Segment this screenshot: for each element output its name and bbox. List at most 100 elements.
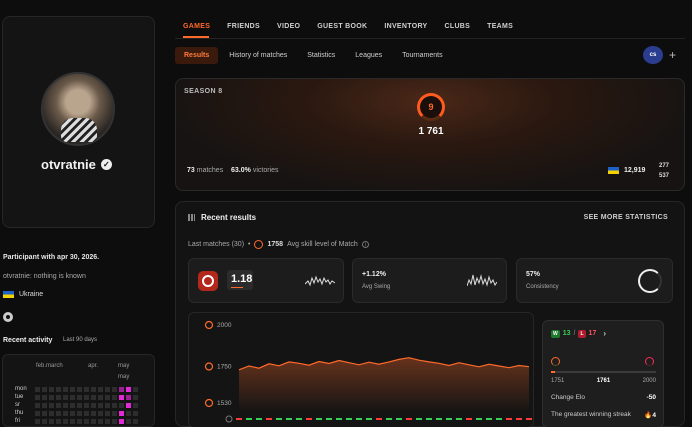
rank-bottom: 537 <box>659 173 670 179</box>
win-badge: W <box>551 329 560 338</box>
losses-count: 17 <box>588 330 597 337</box>
tab-friends[interactable]: FRIENDS <box>227 23 260 30</box>
avatar[interactable] <box>41 72 115 146</box>
tab-teams[interactable]: TEAMS <box>487 23 513 30</box>
heatmap-cell <box>126 387 131 392</box>
tab-clubs[interactable]: CLUBS <box>445 23 471 30</box>
loss-marker[interactable] <box>236 418 242 420</box>
tab-video[interactable]: VIDEO <box>277 23 300 30</box>
win-marker[interactable] <box>486 418 492 420</box>
heatmap-cell <box>133 419 138 424</box>
y-tick-label: 1530 <box>217 400 232 407</box>
subtab-statistics[interactable]: Statistics <box>298 47 344 64</box>
loss-marker[interactable] <box>506 418 512 420</box>
win-marker[interactable] <box>426 418 432 420</box>
tab-games[interactable]: GAMES <box>183 23 210 30</box>
loss-marker[interactable] <box>526 418 532 420</box>
heatmap-cell <box>56 419 61 424</box>
elo-chart: 2000 1750 1530 <box>188 312 534 427</box>
victories-percent: 63.0% <box>231 167 251 174</box>
loss-marker[interactable] <box>516 418 522 420</box>
consistency-card: 57% Consistency <box>516 258 673 303</box>
info-icon[interactable] <box>225 415 233 423</box>
win-marker[interactable] <box>366 418 372 420</box>
subtab-leagues[interactable]: Leagues <box>346 47 391 64</box>
tab-inventory[interactable]: INVENTORY <box>384 23 427 30</box>
heatmap-cell <box>35 403 40 408</box>
win-marker[interactable] <box>316 418 322 420</box>
win-marker[interactable] <box>256 418 262 420</box>
ukraine-flag-icon <box>3 291 14 298</box>
activity-title: Recent activity <box>3 337 52 344</box>
win-marker[interactable] <box>396 418 402 420</box>
win-loss-row[interactable]: W 13 / L 17 › <box>551 329 606 338</box>
win-marker[interactable] <box>276 418 282 420</box>
win-marker[interactable] <box>386 418 392 420</box>
subtab-results[interactable]: Results <box>175 47 219 64</box>
winning-streak-row: The greatest winning streak 🔥4 <box>551 411 656 419</box>
win-marker[interactable] <box>496 418 502 420</box>
loss-marker[interactable] <box>406 418 412 420</box>
loss-marker[interactable] <box>306 418 312 420</box>
region-rank-value: 12,919 <box>624 167 646 174</box>
cs-game-icon[interactable]: cs <box>643 46 663 64</box>
heatmap-cell <box>63 411 68 416</box>
heatmap-cell <box>84 403 89 408</box>
winning-streak-value: 🔥4 <box>644 411 656 419</box>
win-marker[interactable] <box>436 418 442 420</box>
info-icon[interactable]: i <box>361 241 369 248</box>
heatmap-day: sr <box>15 402 20 408</box>
loss-marker[interactable] <box>466 418 472 420</box>
win-marker[interactable] <box>456 418 462 420</box>
win-marker[interactable] <box>296 418 302 420</box>
streak-number: 4 <box>652 412 656 419</box>
win-marker[interactable] <box>476 418 482 420</box>
heatmap-cell <box>84 387 89 392</box>
heatmap-cell <box>91 419 96 424</box>
tab-guest-book[interactable]: GUEST BOOK <box>317 23 367 30</box>
heatmap-day: thu <box>15 410 24 416</box>
avg-elo-value: 1758 <box>267 241 284 248</box>
elo-area <box>239 357 529 413</box>
separator: • <box>248 241 251 248</box>
heatmap-cell <box>35 387 40 392</box>
rank-numbers: 277 537 <box>659 161 669 181</box>
heatmap-cell <box>105 411 110 416</box>
win-marker[interactable] <box>246 418 252 420</box>
see-more-statistics-link[interactable]: SEE MORE STATISTICS <box>584 214 668 221</box>
win-marker[interactable] <box>416 418 422 420</box>
heatmap-cell <box>119 411 124 416</box>
ukraine-flag-icon <box>608 167 619 174</box>
heatmap-cell <box>126 395 131 400</box>
win-marker[interactable] <box>326 418 332 420</box>
heatmap-cell <box>70 403 75 408</box>
loss-marker[interactable] <box>376 418 382 420</box>
win-marker[interactable] <box>286 418 292 420</box>
heatmap-cell <box>42 403 47 408</box>
steam-icon[interactable] <box>3 312 13 322</box>
consistency-value: 57% <box>526 271 541 278</box>
level-icon <box>254 240 264 249</box>
tabs-divider <box>175 38 685 39</box>
win-marker[interactable] <box>346 418 352 420</box>
loss-marker[interactable] <box>266 418 272 420</box>
crosshair-icon <box>198 271 218 291</box>
heatmap-cell <box>35 419 40 424</box>
heatmap-cell <box>77 395 82 400</box>
wl-separator: / <box>573 330 576 337</box>
subtab-tournaments[interactable]: Tournaments <box>393 47 451 64</box>
subtab-history[interactable]: History of matches <box>220 47 296 64</box>
win-marker[interactable] <box>356 418 362 420</box>
heatmap-cell <box>112 419 117 424</box>
loss-badge: L <box>578 329 586 338</box>
win-marker[interactable] <box>446 418 452 420</box>
heatmap-cell <box>112 395 117 400</box>
add-game-button[interactable]: + <box>669 49 676 61</box>
victories-label: victories <box>252 167 279 174</box>
participant-since: Participant with apr 30, 2026. <box>3 254 100 261</box>
win-marker[interactable] <box>336 418 342 420</box>
heatmap-cell <box>56 411 61 416</box>
change-elo-label: Change Elo <box>551 394 585 401</box>
heatmap-cell <box>49 411 54 416</box>
heatmap-cell <box>42 419 47 424</box>
